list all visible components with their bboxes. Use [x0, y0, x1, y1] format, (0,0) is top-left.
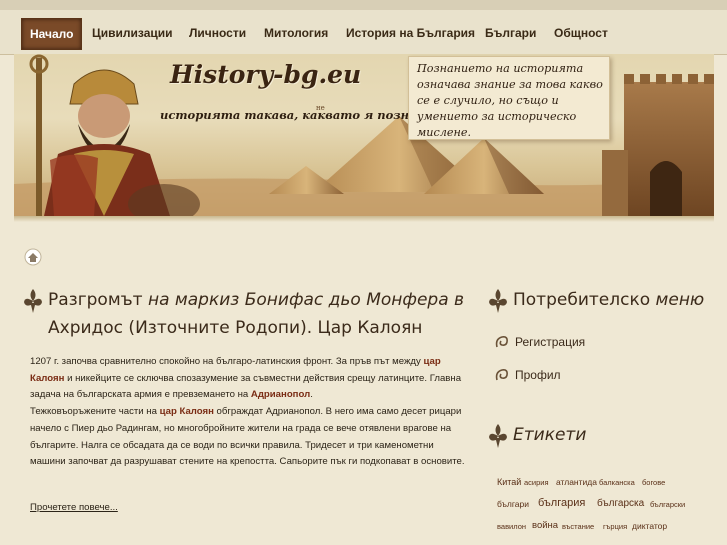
post-text: .	[310, 389, 313, 401]
nav-item-mythology[interactable]: Митология	[256, 18, 336, 48]
tag-link[interactable]: богове	[642, 478, 665, 487]
swirl-bullet-icon	[495, 369, 508, 381]
nav-item-civilizations[interactable]: Цивилизации	[84, 18, 181, 48]
read-more-link[interactable]: Прочетете повече...	[30, 502, 118, 513]
tag-link[interactable]: атлантида	[556, 477, 597, 487]
tagline-superscript: не	[316, 104, 325, 112]
keyword-link[interactable]: Адрианопол	[251, 389, 310, 400]
tag-link[interactable]: асирия	[524, 478, 549, 487]
post-paragraph-2: Тежковъоръжените части на цар Калоян обг…	[30, 404, 470, 471]
tag-link[interactable]: български	[650, 500, 685, 509]
tag-link[interactable]: война	[532, 520, 558, 531]
user-menu-title: Потребителско меню	[513, 290, 704, 310]
tag-link[interactable]: гърция	[603, 522, 627, 531]
tag-link[interactable]: българи	[497, 499, 529, 509]
profile-link[interactable]: Профил	[515, 368, 561, 382]
user-menu-title-plain: Потребителско	[513, 290, 651, 310]
nav-item-personalities[interactable]: Личности	[181, 18, 254, 48]
fleur-de-lis-icon	[489, 424, 507, 448]
nav-item-bulgarian-history[interactable]: История на България	[338, 18, 483, 48]
post-title[interactable]: Разгромът на маркиз Бонифас дьо Монфера …	[48, 286, 468, 342]
post-title-line2: Ахридос (Източните Родопи). Цар Калоян	[48, 318, 423, 338]
site-logo-title[interactable]: History-bg.eu	[170, 60, 361, 89]
post-text: 1207 г. започва сравнително спокойно на …	[30, 356, 424, 367]
fleur-de-lis-icon	[24, 289, 42, 313]
post-title-plain: Разгромът	[48, 290, 143, 310]
header-banner: History-bg.eu историята такава, каквато …	[14, 54, 714, 216]
tag-link[interactable]: Китай	[497, 477, 521, 487]
post-text: и никейците се сключва спозазумение за с…	[30, 372, 462, 401]
tag-link[interactable]: българска	[597, 498, 644, 509]
tag-link[interactable]: диктатор	[632, 521, 667, 531]
keyword-link[interactable]: цар Калоян	[160, 406, 214, 417]
tag-link[interactable]: въстание	[562, 522, 594, 531]
main-nav: Начало Цивилизации Личности Митология Ис…	[0, 10, 727, 55]
nav-item-home[interactable]: Начало	[21, 18, 83, 50]
quote-box: Познанието на историята означава знание …	[408, 56, 610, 140]
top-strip	[0, 0, 727, 10]
swirl-bullet-icon	[495, 336, 508, 348]
post-body: 1207 г. започва сравнително спокойно на …	[30, 354, 470, 471]
tag-link[interactable]: балканска	[599, 478, 635, 487]
register-link[interactable]: Регистрация	[515, 335, 585, 349]
tag-link[interactable]: българия	[538, 497, 585, 509]
post-text: Тежковъоръжените части на	[30, 406, 160, 418]
tags-title: Етикети	[513, 425, 587, 445]
home-icon[interactable]	[24, 248, 42, 266]
banner-quote: Познанието на историята означава знание …	[417, 62, 603, 139]
post-paragraph-1: 1207 г. започва сравнително спокойно на …	[30, 354, 470, 404]
tag-link[interactable]: вавилон	[497, 522, 526, 531]
nav-item-bulgarians[interactable]: Българи	[477, 18, 544, 48]
user-menu-title-italic: меню	[655, 290, 705, 310]
fleur-de-lis-icon	[489, 289, 507, 313]
breadcrumb	[24, 248, 42, 266]
banner-shadow	[14, 216, 714, 222]
nav-item-community[interactable]: Общност	[546, 18, 616, 48]
post-title-italic: на маркиз Бонифас дьо Монфера в	[147, 290, 465, 310]
